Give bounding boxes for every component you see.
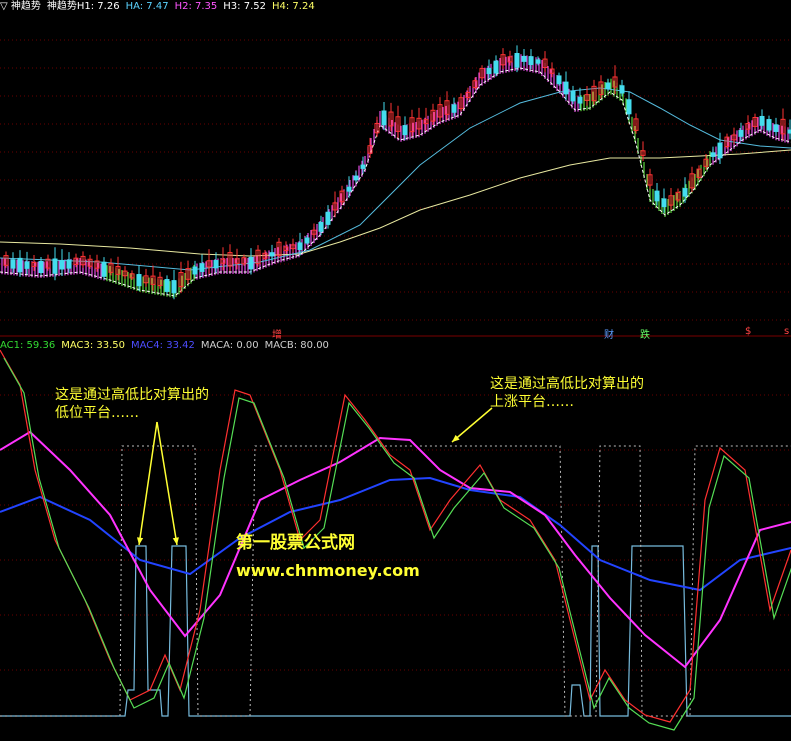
- candle-body: [213, 260, 219, 269]
- candle-body: [570, 90, 576, 102]
- candle-body: [626, 99, 632, 115]
- event-marker: $: [745, 326, 752, 337]
- arrow-left-platform-b-head: [172, 537, 179, 545]
- candle-body: [304, 237, 310, 244]
- mac3-line: [0, 430, 791, 669]
- candle-body: [577, 96, 583, 104]
- watermark-url: www.chnmoney.com: [236, 561, 420, 580]
- ma-slow-line: [0, 149, 791, 257]
- osc-header-item: MAC3: 33.50: [61, 340, 126, 351]
- candle-body: [171, 280, 177, 294]
- candle-body: [717, 142, 723, 159]
- candle-body: [759, 115, 765, 126]
- ma-fast-line: [0, 67, 791, 297]
- candle-body: [24, 261, 30, 269]
- candle-body: [766, 119, 772, 131]
- event-marker: 财: [604, 330, 614, 341]
- candle-body: [346, 186, 352, 192]
- watermark-site-name: 第一股票公式网: [236, 533, 355, 553]
- osc-header-item: AC1: 59.36: [0, 340, 56, 351]
- candle-body: [654, 190, 660, 202]
- candle-body: [59, 260, 65, 270]
- main-chart-header: ▽ 神趋势 神趋势H1: 7.26 HA: 7.47 H2: 7.35 H3: 7.52…: [0, 0, 327, 14]
- candle-body: [402, 125, 408, 136]
- candle-body: [248, 256, 254, 270]
- candle-body: [199, 263, 205, 272]
- candle-body: [52, 258, 58, 274]
- candle-body: [682, 188, 688, 197]
- candle-body: [269, 252, 275, 257]
- candle-body: [17, 257, 23, 273]
- candle-body: [535, 59, 541, 64]
- annotation-rising-platform: 这是通过高低比对算出的 上涨平台……: [490, 376, 644, 410]
- candle-body: [10, 259, 16, 269]
- event-marker: s: [784, 326, 790, 337]
- candle-body: [605, 82, 611, 90]
- main-header-item: 神趋势H1: 7.26: [46, 1, 120, 12]
- arrow-left-platform-a: [138, 421, 158, 546]
- candle-body: [297, 242, 303, 250]
- candle-body: [353, 175, 359, 181]
- ma-mid-line: [0, 87, 791, 271]
- event-marker: 增: [272, 330, 282, 341]
- candle-body: [493, 60, 499, 74]
- platform-threshold-line: [0, 445, 791, 717]
- candle-body: [325, 211, 331, 225]
- candle-body: [619, 85, 625, 94]
- main-header-item: H4: 7.24: [271, 1, 315, 12]
- osc-header-item: MACB: 80.00: [264, 340, 329, 351]
- arrow-left-platform-a-head: [136, 537, 144, 545]
- candle-body: [514, 53, 520, 68]
- candle-body: [738, 129, 744, 137]
- oscillator-header: AC1: 59.36 MAC3: 33.50 MAC4: 33.42 MACA: 0.…: [0, 339, 341, 353]
- osc-header-item: MACA: 0.00: [200, 340, 259, 351]
- candle-body: [556, 75, 562, 85]
- arrow-rising-platform: [451, 407, 493, 443]
- candle-body: [521, 55, 527, 62]
- event-marker: 跌: [640, 330, 650, 341]
- candle-body: [360, 164, 366, 169]
- candle-body: [136, 274, 142, 287]
- candle-body: [38, 260, 44, 274]
- candle-body: [710, 152, 716, 157]
- candle-body: [486, 67, 492, 75]
- candle-body: [192, 266, 198, 275]
- main-header-item: H3: 7.52: [223, 1, 266, 12]
- candle-body: [318, 222, 324, 232]
- indicator-name: ▽ 神趋势: [0, 1, 41, 12]
- annotation-low-platform: 这是通过高低比对算出的 低位平台……: [55, 387, 209, 421]
- main-header-item: HA: 7.47: [125, 1, 169, 12]
- candle-body: [164, 279, 170, 292]
- arrow-left-platform-b: [156, 421, 178, 546]
- candle-body: [101, 261, 107, 277]
- candle-body: [773, 124, 779, 132]
- candle-body: [563, 81, 569, 95]
- candle-body: [528, 56, 534, 65]
- candle-body: [451, 104, 457, 113]
- main-header-item: H2: 7.35: [174, 1, 218, 12]
- stock-chart: [0, 39, 791, 731]
- osc-header-item: MAC4: 33.42: [131, 340, 195, 351]
- candle-body: [381, 110, 387, 126]
- candle-body: [66, 259, 72, 269]
- candle-body: [661, 198, 667, 208]
